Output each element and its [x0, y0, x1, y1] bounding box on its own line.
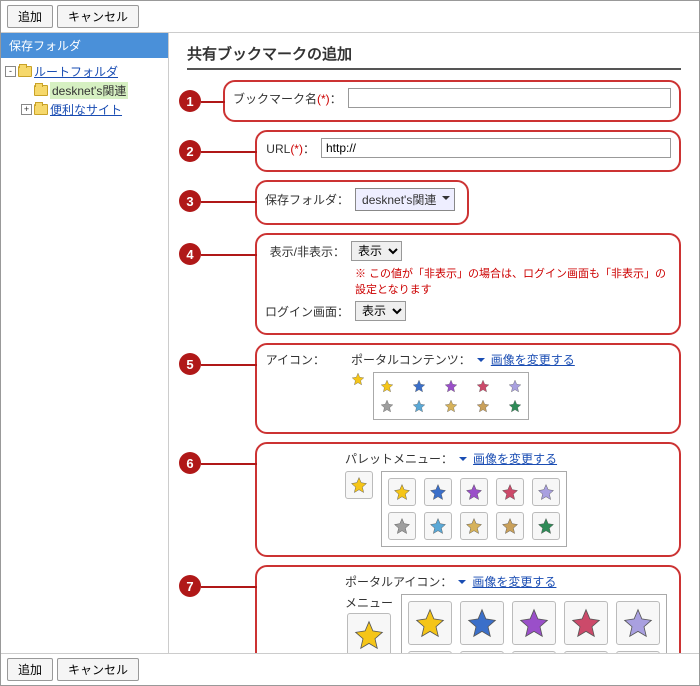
visibility-label: 表示/非表示：	[265, 243, 345, 260]
tree-item-label: ルートフォルダ	[34, 63, 118, 80]
folder-select[interactable]: desknet's関連	[355, 188, 455, 211]
section-url: 2 URL(*)：	[255, 130, 681, 172]
star-option[interactable]	[412, 379, 426, 393]
star-option[interactable]	[532, 512, 560, 540]
url-input[interactable]	[321, 138, 671, 158]
star-option[interactable]	[476, 379, 490, 393]
folder-tree: - ルートフォルダ desknet's関連 + 便利なサイト	[1, 58, 168, 123]
menu-sub-label: メニュー	[345, 594, 393, 611]
add-button-bottom[interactable]: 追加	[7, 658, 53, 681]
name-input[interactable]	[348, 88, 671, 108]
star-option[interactable]	[512, 651, 556, 653]
chevron-down-icon	[458, 580, 466, 588]
tree-item[interactable]: + 便利なサイト	[5, 100, 164, 119]
star-option[interactable]	[616, 601, 660, 645]
star-option[interactable]	[444, 399, 458, 413]
star-option[interactable]	[380, 399, 394, 413]
icon-grid-2	[381, 471, 567, 547]
tree-item[interactable]: desknet's関連	[5, 81, 164, 100]
cancel-button[interactable]: キャンセル	[57, 5, 139, 28]
star-option[interactable]	[424, 512, 452, 540]
section-icon-palette: 6 パレットメニュー： 画像を変更する	[255, 442, 681, 557]
star-option[interactable]	[460, 478, 488, 506]
current-icon-2	[345, 471, 373, 499]
bottom-toolbar: 追加 キャンセル	[1, 653, 699, 685]
callout-4: 4	[179, 243, 201, 265]
star-option[interactable]	[532, 478, 560, 506]
cancel-button-bottom[interactable]: キャンセル	[57, 658, 139, 681]
tree-toggle-icon[interactable]: -	[5, 66, 16, 77]
portal-icon-label: ポータルアイコン：	[345, 573, 452, 590]
star-option[interactable]	[460, 512, 488, 540]
callout-5: 5	[179, 353, 201, 375]
add-button[interactable]: 追加	[7, 5, 53, 28]
star-option[interactable]	[408, 601, 452, 645]
star-option[interactable]	[408, 651, 452, 653]
chevron-down-icon	[477, 358, 485, 366]
visibility-select[interactable]: 表示	[351, 241, 402, 261]
top-toolbar: 追加 キャンセル	[1, 1, 699, 33]
star-option[interactable]	[460, 601, 504, 645]
section-icon-portal-contents: 5 アイコン： ポータルコンテンツ： 画像を変更する	[255, 343, 681, 434]
tree-item-label: desknet's関連	[50, 82, 128, 99]
url-label: URL(*)：	[265, 140, 315, 157]
callout-6: 6	[179, 452, 201, 474]
section-folder: 3 保存フォルダ： desknet's関連	[255, 180, 469, 225]
star-option[interactable]	[508, 379, 522, 393]
name-label: ブックマーク名(*)：	[233, 90, 342, 107]
section-icon-portal: 7 ポータルアイコン： 画像を変更する メニュー	[255, 565, 681, 653]
tree-toggle-icon[interactable]: +	[21, 104, 32, 115]
folder-icon	[34, 104, 48, 115]
star-option[interactable]	[424, 478, 452, 506]
star-option[interactable]	[496, 478, 524, 506]
main-panel: 共有ブックマークの追加 1 ブックマーク名(*)： 2 URL(*)	[169, 33, 699, 653]
callout-2: 2	[179, 140, 201, 162]
section-visibility: 4 表示/非表示： 表示 ※ この値が「非表示」の場合は、ログイン画面も「非表示…	[255, 233, 681, 335]
current-icon-1	[351, 372, 365, 386]
star-option[interactable]	[496, 512, 524, 540]
tree-item[interactable]: - ルートフォルダ	[5, 62, 164, 81]
star-option[interactable]	[616, 651, 660, 653]
folder-label: 保存フォルダ：	[265, 191, 349, 208]
callout-1: 1	[179, 90, 201, 112]
sidebar: 保存フォルダ - ルートフォルダ desknet's関連 + 便利なサイト	[1, 33, 169, 653]
star-option[interactable]	[444, 379, 458, 393]
login-visibility-label: ログイン画面：	[265, 303, 349, 320]
icon-grid-1	[373, 372, 529, 420]
star-option[interactable]	[508, 399, 522, 413]
star-option[interactable]	[380, 379, 394, 393]
page-title: 共有ブックマークの追加	[187, 43, 681, 70]
star-option[interactable]	[460, 651, 504, 653]
star-option[interactable]	[476, 399, 490, 413]
star-option[interactable]	[412, 399, 426, 413]
icon-label: アイコン：	[265, 351, 325, 368]
star-option[interactable]	[512, 601, 556, 645]
section-name: 1 ブックマーク名(*)：	[223, 80, 681, 122]
login-visibility-select[interactable]: 表示	[355, 301, 406, 321]
chevron-down-icon	[459, 457, 467, 465]
current-icon-3: メニュー	[345, 594, 393, 653]
callout-7: 7	[179, 575, 201, 597]
palette-menu-label: パレットメニュー：	[345, 450, 453, 467]
icon-grid-3	[401, 594, 667, 653]
star-option[interactable]	[388, 478, 416, 506]
sidebar-title: 保存フォルダ	[1, 33, 168, 58]
visibility-note: ※ この値が「非表示」の場合は、ログイン画面も「非表示」の設定となります	[355, 265, 671, 297]
change-image-link-2[interactable]: 画像を変更する	[473, 450, 557, 467]
change-image-link-1[interactable]: 画像を変更する	[491, 351, 575, 368]
star-option[interactable]	[388, 512, 416, 540]
change-image-link-3[interactable]: 画像を変更する	[472, 573, 556, 590]
star-option[interactable]	[564, 601, 608, 645]
star-option[interactable]	[564, 651, 608, 653]
folder-icon	[18, 66, 32, 77]
portal-contents-label: ポータルコンテンツ：	[351, 351, 471, 368]
callout-3: 3	[179, 190, 201, 212]
tree-item-label: 便利なサイト	[50, 101, 122, 118]
folder-icon	[34, 85, 48, 96]
